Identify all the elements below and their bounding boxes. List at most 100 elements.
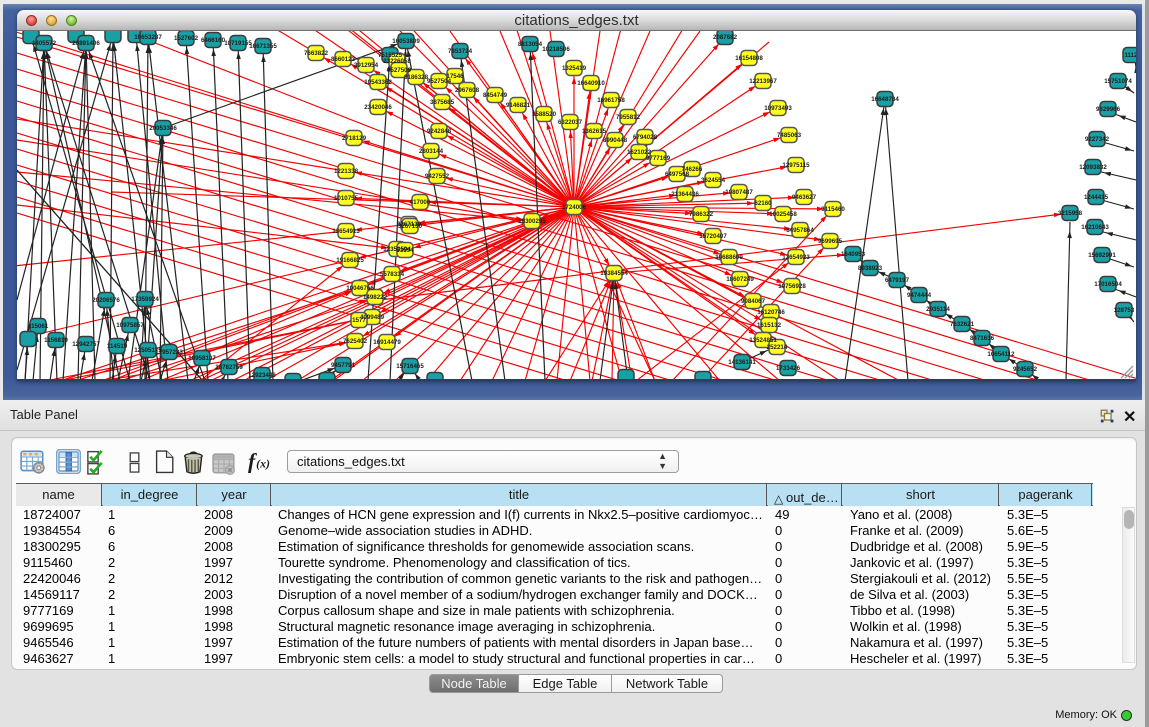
svg-text:8471636: 8471636: [970, 335, 995, 342]
svg-text:3875685: 3875685: [430, 99, 455, 106]
svg-text:2967608: 2967608: [455, 87, 480, 94]
svg-text:10756928: 10756928: [778, 283, 806, 290]
svg-text:21364436: 21364436: [671, 191, 699, 198]
svg-text:417006: 417006: [410, 199, 431, 206]
svg-text:9227342: 9227342: [1085, 136, 1110, 143]
svg-text:8454749: 8454749: [483, 92, 508, 99]
svg-text:8813054: 8813054: [518, 41, 543, 48]
svg-text:20053346: 20053346: [149, 125, 177, 132]
svg-text:16120746: 16120746: [757, 309, 785, 316]
svg-text:16648784: 16648784: [871, 96, 899, 103]
svg-text:10654112: 10654112: [987, 351, 1015, 358]
svg-text:16782759: 16782759: [215, 364, 243, 371]
svg-text:1724006: 1724006: [562, 204, 587, 211]
svg-text:10543362: 10543362: [364, 79, 392, 86]
svg-text:7625402: 7625402: [343, 338, 368, 345]
svg-text:5578334: 5578334: [380, 271, 405, 278]
svg-text:(x): (x): [256, 456, 270, 470]
svg-text:2087682: 2087682: [713, 34, 738, 41]
svg-text:13654923: 13654923: [782, 254, 810, 261]
svg-text:9329966: 9329966: [1096, 106, 1121, 113]
svg-text:15751074: 15751074: [1104, 78, 1132, 85]
svg-text:6794028: 6794028: [633, 134, 658, 141]
svg-text:2718129: 2718129: [342, 135, 367, 142]
svg-text:9245652: 9245652: [1013, 366, 1038, 373]
svg-text:1325419: 1325419: [562, 65, 587, 72]
svg-text:8186328: 8186328: [404, 74, 429, 81]
svg-text:9463627: 9463627: [792, 194, 817, 201]
svg-text:1640953: 1640953: [841, 251, 866, 258]
svg-text:62160: 62160: [754, 200, 772, 207]
svg-text:9777169: 9777169: [646, 155, 671, 162]
svg-text:114519: 114519: [107, 343, 128, 350]
svg-text:252214: 252214: [767, 344, 788, 351]
svg-text:9115460: 9115460: [821, 206, 845, 213]
svg-text:20206576: 20206576: [92, 297, 120, 304]
svg-text:7955812: 7955812: [616, 114, 641, 121]
svg-text:23226058: 23226058: [383, 58, 411, 65]
svg-text:7632621: 7632621: [950, 321, 975, 328]
svg-text:15716465: 15716465: [396, 363, 424, 370]
svg-text:84957864: 84957864: [786, 227, 814, 234]
svg-text:17957223: 17957223: [155, 349, 183, 356]
svg-text:10973493: 10973493: [764, 105, 792, 112]
svg-text:14136141: 14136141: [728, 359, 756, 366]
svg-text:7986322: 7986322: [689, 211, 714, 218]
svg-text:8938923: 8938923: [858, 265, 883, 272]
svg-text:9474444: 9474444: [907, 292, 932, 299]
svg-text:7663822: 7663822: [304, 50, 329, 57]
svg-text:128753: 128753: [1114, 307, 1135, 314]
svg-text:12213967: 12213967: [749, 78, 777, 85]
svg-text:1010755: 1010755: [334, 195, 359, 202]
svg-text:10719155: 10719155: [224, 40, 252, 47]
svg-text:12093832: 12093832: [1079, 164, 1107, 171]
svg-text:1498222: 1498222: [363, 294, 388, 301]
svg-text:1244415: 1244415: [1084, 194, 1109, 201]
svg-text:3267130: 3267130: [398, 223, 423, 230]
svg-text:23420046: 23420046: [364, 104, 392, 111]
svg-text:6322037: 6322037: [558, 119, 583, 126]
svg-text:1221338: 1221338: [334, 168, 359, 175]
svg-text:15692991: 15692991: [1088, 252, 1116, 259]
svg-text:10653287: 10653287: [134, 34, 162, 41]
svg-text:9457791: 9457791: [331, 362, 356, 369]
svg-text:10958107: 10958107: [188, 355, 216, 362]
svg-text:415061: 415061: [28, 323, 49, 330]
svg-text:1577: 1577: [352, 317, 366, 324]
svg-text:1112: 1112: [1124, 52, 1136, 59]
svg-text:9242848: 9242848: [427, 128, 452, 135]
svg-text:3912954: 3912954: [354, 62, 379, 69]
svg-text:746266: 746266: [682, 166, 703, 173]
svg-text:13524851: 13524851: [749, 337, 777, 344]
svg-text:6466160: 6466160: [201, 37, 226, 44]
svg-text:16640910: 16640910: [577, 80, 605, 87]
svg-text:16154808: 16154808: [735, 55, 763, 62]
svg-text:2935114: 2935114: [926, 306, 950, 313]
svg-text:7485063: 7485063: [777, 132, 802, 139]
svg-text:16210643: 16210643: [1081, 224, 1109, 231]
svg-text:10807487: 10807487: [725, 189, 753, 196]
svg-text:10218506: 10218506: [542, 46, 570, 53]
svg-text:12923446: 12923446: [248, 372, 276, 379]
svg-text:19384554: 19384554: [600, 270, 628, 277]
svg-text:17546: 17546: [446, 73, 464, 80]
svg-text:10025458: 10025458: [769, 211, 797, 218]
svg-text:1405572: 1405572: [32, 40, 57, 47]
svg-text:12942757: 12942757: [72, 341, 100, 348]
svg-text:15720407: 15720407: [699, 233, 727, 240]
svg-text:9527509: 9527509: [387, 67, 412, 74]
svg-text:9699695: 9699695: [818, 238, 843, 245]
svg-text:18300295: 18300295: [518, 218, 546, 225]
svg-text:7853724: 7853724: [448, 48, 473, 55]
svg-text:3215958: 3215958: [1058, 210, 1083, 217]
svg-text:1527602: 1527602: [174, 35, 199, 42]
svg-text:8990448: 8990448: [603, 137, 628, 144]
svg-text:1733426: 1733426: [776, 365, 801, 372]
svg-text:19166825: 19166825: [336, 257, 364, 264]
svg-text:10688609: 10688609: [715, 254, 743, 261]
svg-text:1156819: 1156819: [44, 337, 68, 344]
svg-text:16671355: 16671355: [249, 43, 277, 50]
svg-text:10046766: 10046766: [346, 285, 374, 292]
svg-text:9427552: 9427552: [425, 173, 450, 180]
svg-text:12975115: 12975115: [782, 162, 810, 169]
